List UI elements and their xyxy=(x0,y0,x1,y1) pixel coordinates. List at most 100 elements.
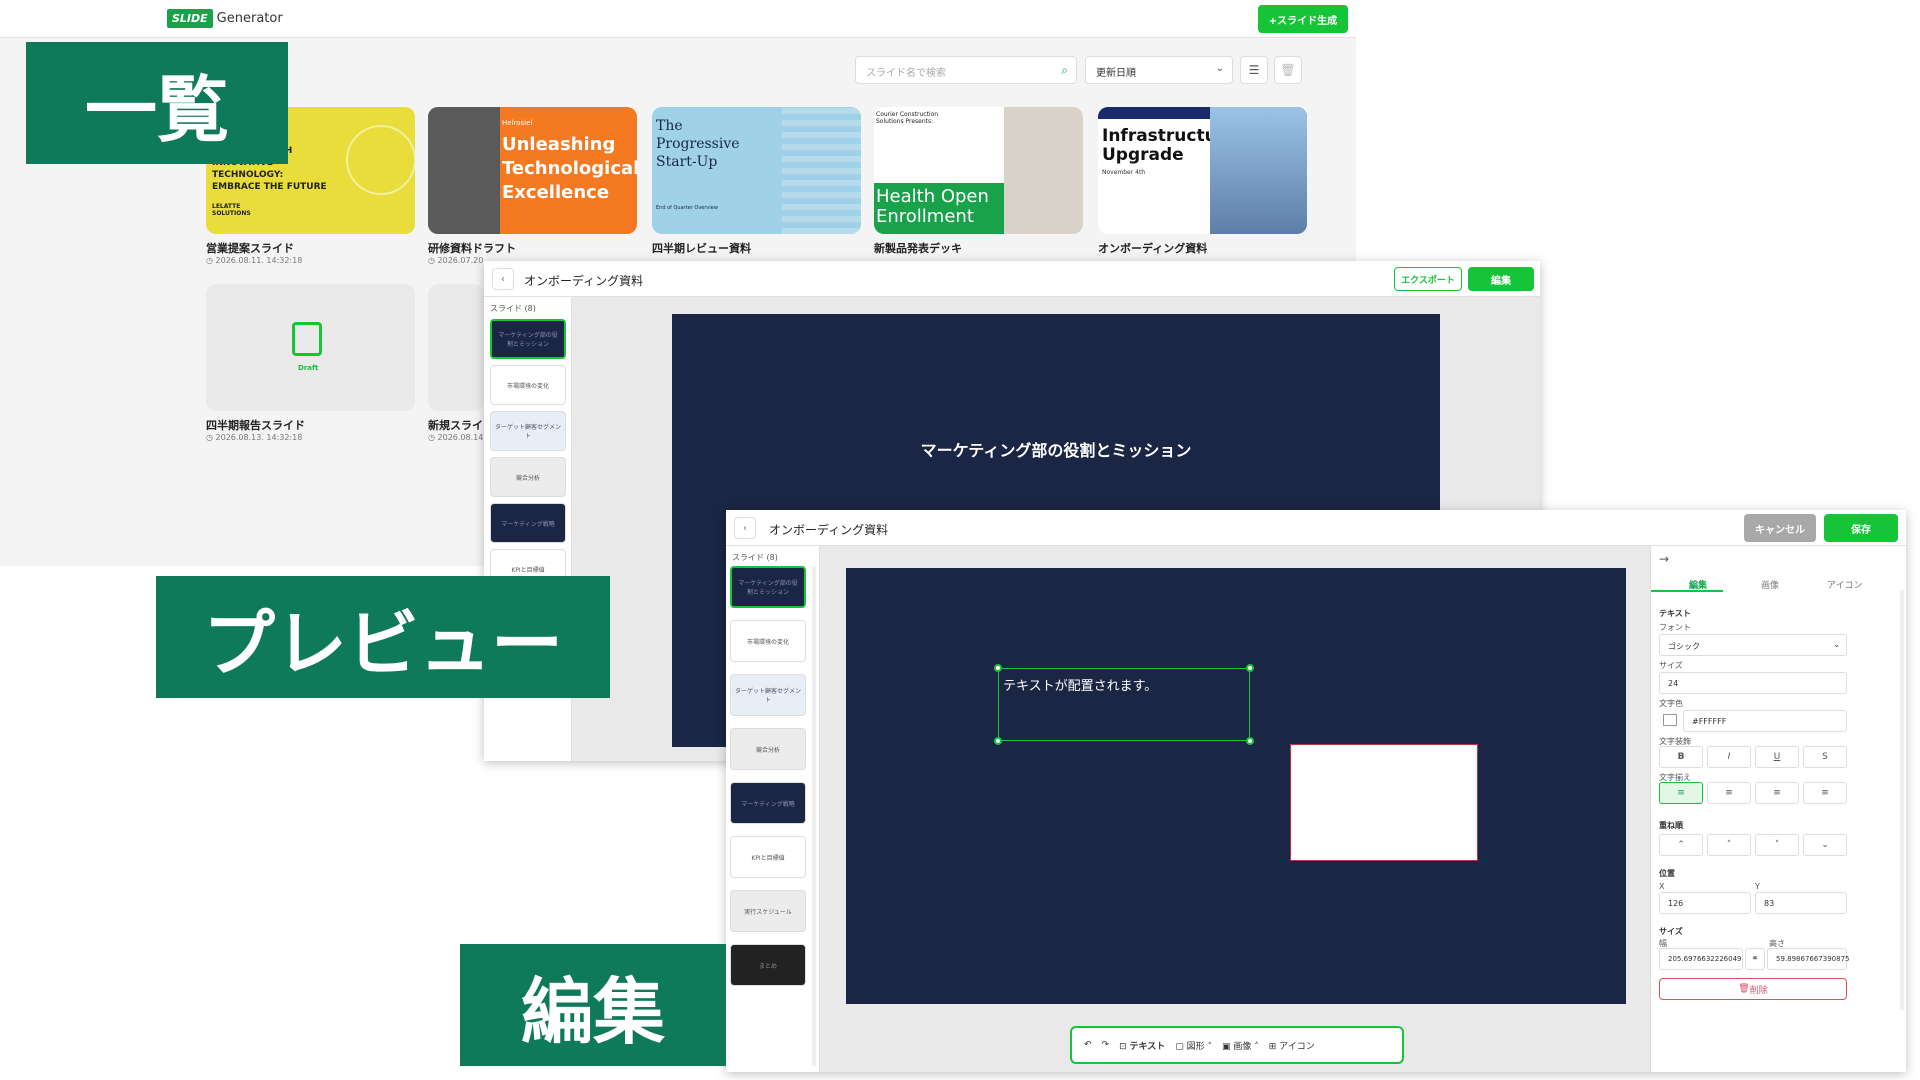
height-input[interactable]: 59.89867667390875 xyxy=(1767,948,1849,970)
slide-card[interactable]: Courier Construction Solutions Presents:… xyxy=(874,107,1083,234)
thumb-sub: Courier Construction Solutions Presents: xyxy=(876,111,939,125)
thumb-title: Unleashing Technological Excellence xyxy=(502,134,637,203)
slide-thumb[interactable]: ターゲット顧客セグメント xyxy=(730,674,806,716)
resize-handle[interactable] xyxy=(994,737,1002,745)
width-input[interactable]: 205.6976632226049 xyxy=(1659,948,1743,970)
editor-window: ‹ オンボーディング資料 キャンセル 保存 スライド (8) マーケティング部の… xyxy=(726,510,1906,1072)
x-input[interactable]: 126 xyxy=(1659,892,1751,914)
x-label: X xyxy=(1659,882,1665,891)
slide-card[interactable]: Infrastructure Upgrade November 4th xyxy=(1098,107,1307,234)
align-right-button[interactable]: ≡ xyxy=(1755,782,1799,804)
thumb-title: Infrastructure Upgrade xyxy=(1102,126,1237,165)
card-name: オンボーディング資料 xyxy=(1098,242,1208,255)
bold-button[interactable]: B xyxy=(1659,746,1703,768)
search-placeholder: スライド名で検索 xyxy=(866,68,946,79)
app-logo[interactable]: SLIDE Generator xyxy=(167,9,283,28)
slide-thumb[interactable]: ターゲット顧客セグメント xyxy=(490,411,566,451)
logo-mark: SLIDE xyxy=(167,9,213,28)
slide-thumb[interactable]: KPIと目標値 xyxy=(730,836,806,878)
thumb-title: Health Open Enrollment xyxy=(876,186,989,227)
align-center-button[interactable]: ≡ xyxy=(1707,782,1751,804)
italic-button[interactable]: I xyxy=(1707,746,1751,768)
redo-icon[interactable]: ↷ xyxy=(1102,1040,1110,1050)
sidebar-scrollbar[interactable] xyxy=(812,566,816,1066)
resize-handle[interactable] xyxy=(994,664,1002,672)
card-date: ◷ 2026.08.14. xyxy=(428,433,486,442)
edit-button[interactable]: 編集 xyxy=(1468,267,1534,291)
cancel-button[interactable]: キャンセル xyxy=(1744,514,1816,542)
search-icon: ⌕ xyxy=(1061,63,1068,77)
slide-thumb[interactable]: 競合分析 xyxy=(730,728,806,770)
card-name: 営業提案スライド xyxy=(206,242,294,255)
color-swatch[interactable] xyxy=(1663,714,1677,726)
slide-thumb[interactable]: マーケティング戦略 xyxy=(490,503,566,543)
thumb-photo xyxy=(1004,107,1083,234)
slide-thumb[interactable]: 市場環境の変化 xyxy=(490,365,566,405)
position-label: 位置 xyxy=(1659,869,1675,878)
chevron-left-icon: ‹ xyxy=(501,273,505,285)
arrow-right-icon[interactable]: → xyxy=(1659,552,1669,566)
insert-toolbar: ↶ ↷ ⊡ テキスト ▢ 図形 ˄ ▣ 画像 ˄ ⊞ アイコン xyxy=(1070,1026,1404,1064)
tab-icon[interactable]: アイコン xyxy=(1827,578,1863,591)
strike-button[interactable]: S xyxy=(1803,746,1847,768)
delete-mode-button[interactable]: 🗑 xyxy=(1274,56,1302,84)
toolbar-image-button[interactable]: ▣ 画像 ˄ xyxy=(1222,1039,1259,1052)
thumb-title: The Progressive Start-Up xyxy=(656,118,740,170)
slide-thumb[interactable]: マーケティング部の役割とミッション xyxy=(730,566,806,608)
list-view-button[interactable]: ☰ xyxy=(1240,56,1268,84)
grid-pattern xyxy=(782,107,861,234)
toolbar-shape-button[interactable]: ▢ 図形 ˄ xyxy=(1175,1039,1212,1052)
thumb-sub: End of Quarter Overview xyxy=(656,205,718,211)
slide-thumb[interactable]: マーケティング部の役割とミッション xyxy=(490,319,566,359)
panel-scrollbar[interactable] xyxy=(1900,590,1904,1010)
resize-handle[interactable] xyxy=(1246,737,1254,745)
bring-forward-button[interactable]: ˄ xyxy=(1707,834,1751,856)
send-backward-button[interactable]: ˅ xyxy=(1755,834,1799,856)
card-name: 四半期報告スライド xyxy=(206,419,305,432)
underline-button[interactable]: U xyxy=(1755,746,1799,768)
editor-topbar: ‹ オンボーディング資料 キャンセル 保存 xyxy=(726,510,1906,546)
slide-card[interactable]: Helrosiel Unleashing Technological Excel… xyxy=(428,107,637,234)
create-slide-button[interactable]: +スライド生成 xyxy=(1258,5,1348,33)
text-box[interactable]: テキストが配置されます。 xyxy=(998,668,1250,741)
sort-select[interactable]: 更新日順 ⌄ xyxy=(1085,56,1233,84)
slide-thumb[interactable]: 市場環境の変化 xyxy=(730,620,806,662)
label-list: 一覧 xyxy=(26,42,288,164)
link-icon[interactable]: ⚭ xyxy=(1745,948,1765,970)
tab-image[interactable]: 画像 xyxy=(1761,578,1779,591)
slide-thumb[interactable]: まとめ xyxy=(730,944,806,986)
text-box-content: テキストが配置されます。 xyxy=(1003,679,1158,694)
align-justify-button[interactable]: ≡ xyxy=(1803,782,1847,804)
back-button[interactable]: ‹ xyxy=(492,268,514,290)
undo-icon[interactable]: ↶ xyxy=(1084,1040,1092,1050)
trash-icon: 🗑 xyxy=(1280,63,1296,77)
slide-card[interactable] xyxy=(428,284,484,411)
slide-sidebar: スライド (8) マーケティング部の役割とミッション 市場環境の変化 ターゲット… xyxy=(726,546,820,1072)
card-date: ◷ 2026.08.11. 14:32:18 xyxy=(206,256,303,265)
align-left-button[interactable]: ≡ xyxy=(1659,782,1703,804)
bring-front-button[interactable]: ⌃ xyxy=(1659,834,1703,856)
y-input[interactable]: 83 xyxy=(1755,892,1847,914)
size-input[interactable]: 24 xyxy=(1659,672,1847,694)
slide-thumb[interactable]: 実行スケジュール xyxy=(730,890,806,932)
page-title: オンボーディング資料 xyxy=(769,523,889,537)
slide-thumb[interactable]: マーケティング戦略 xyxy=(730,782,806,824)
slide-card[interactable]: The Progressive Start-Up End of Quarter … xyxy=(652,107,861,234)
slide-canvas[interactable]: テキストが配置されます。 xyxy=(846,568,1626,1004)
delete-button[interactable]: 🗑 削除 xyxy=(1659,978,1847,1000)
shape-rectangle[interactable] xyxy=(1290,744,1478,861)
toolbar-icon-button[interactable]: ⊞ アイコン xyxy=(1269,1039,1315,1052)
resize-handle[interactable] xyxy=(1246,664,1254,672)
chevron-down-icon: ⌄ xyxy=(1215,63,1224,74)
export-button[interactable]: エクスポート xyxy=(1394,267,1462,291)
back-button[interactable]: ‹ xyxy=(734,517,756,539)
save-button[interactable]: 保存 xyxy=(1824,514,1898,542)
send-back-button[interactable]: ⌄ xyxy=(1803,834,1847,856)
slide-thumb[interactable]: 競合分析 xyxy=(490,457,566,497)
font-label: フォント xyxy=(1659,623,1691,632)
color-input[interactable]: #FFFFFF xyxy=(1683,710,1847,732)
toolbar-text-button[interactable]: ⊡ テキスト xyxy=(1119,1039,1165,1052)
search-input[interactable]: スライド名で検索 ⌕ xyxy=(855,56,1077,84)
font-select[interactable]: ゴシック ⌄ xyxy=(1659,634,1847,656)
slide-card-draft[interactable]: Draft xyxy=(206,284,415,411)
